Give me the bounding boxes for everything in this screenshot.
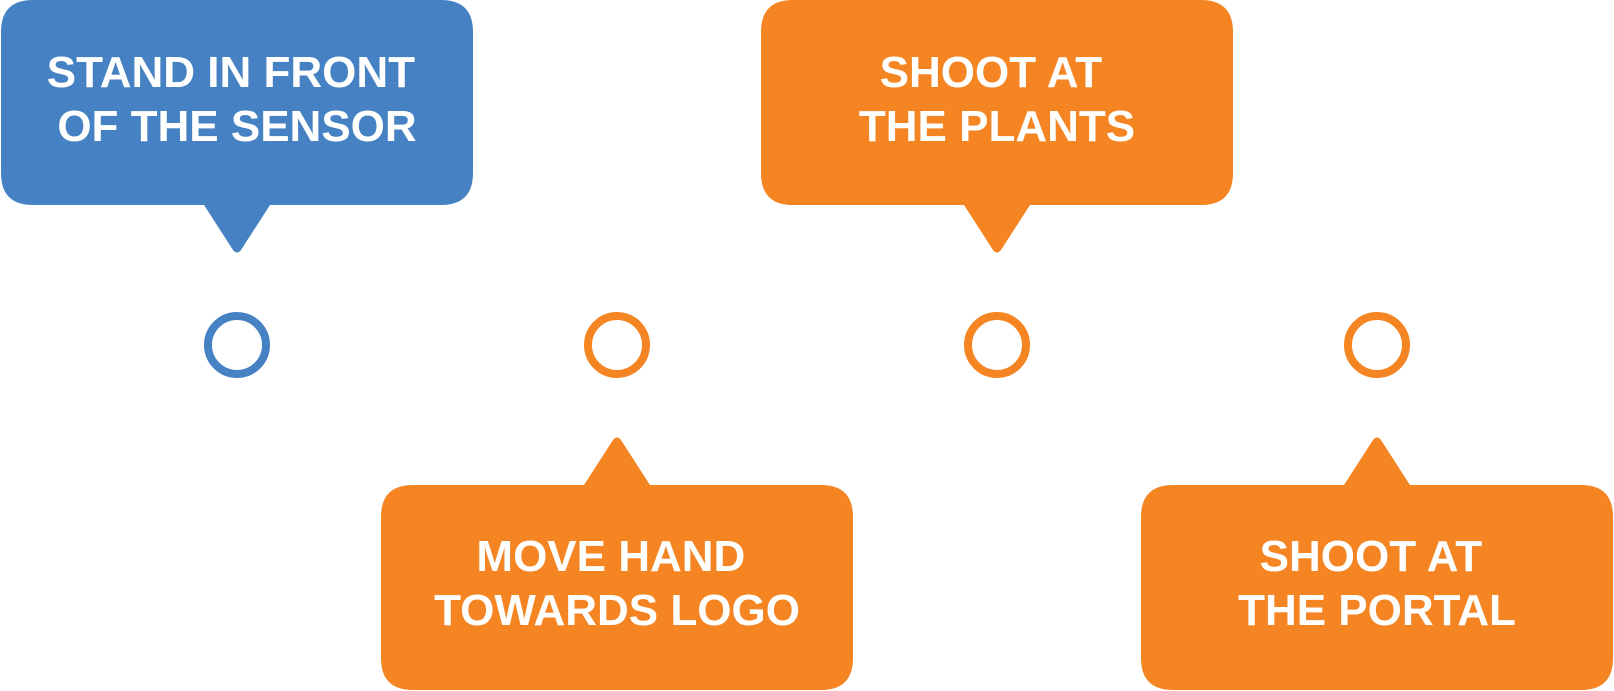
step-3-label-line-2: THE PLANTS (859, 102, 1135, 151)
step-4-label-line-2: THE PORTAL (1238, 586, 1516, 635)
step-3: SHOOT AT THE PLANTS (761, 0, 1233, 378)
timeline-diagram: STAND IN FRONT OF THE SENSOR MOVE HAND T… (1, 0, 1613, 690)
step-1-node (204, 312, 270, 378)
step-2-node (584, 312, 650, 378)
step-4: SHOOT AT THE PORTAL (1141, 312, 1613, 690)
step-4-node (1344, 312, 1410, 378)
step-1-label-line-1: STAND IN FRONT (47, 48, 415, 97)
step-3-label-line-1: SHOOT AT (880, 48, 1103, 97)
step-1: STAND IN FRONT OF THE SENSOR (1, 0, 473, 378)
step-2-label-line-2: TOWARDS LOGO (434, 586, 800, 635)
step-2-label-line-1: MOVE HAND (476, 532, 745, 581)
step-4-label-line-1: SHOOT AT (1260, 532, 1483, 581)
step-1-label-line-2: OF THE SENSOR (57, 102, 416, 151)
step-2: MOVE HAND TOWARDS LOGO (381, 312, 853, 690)
step-3-node (964, 312, 1030, 378)
